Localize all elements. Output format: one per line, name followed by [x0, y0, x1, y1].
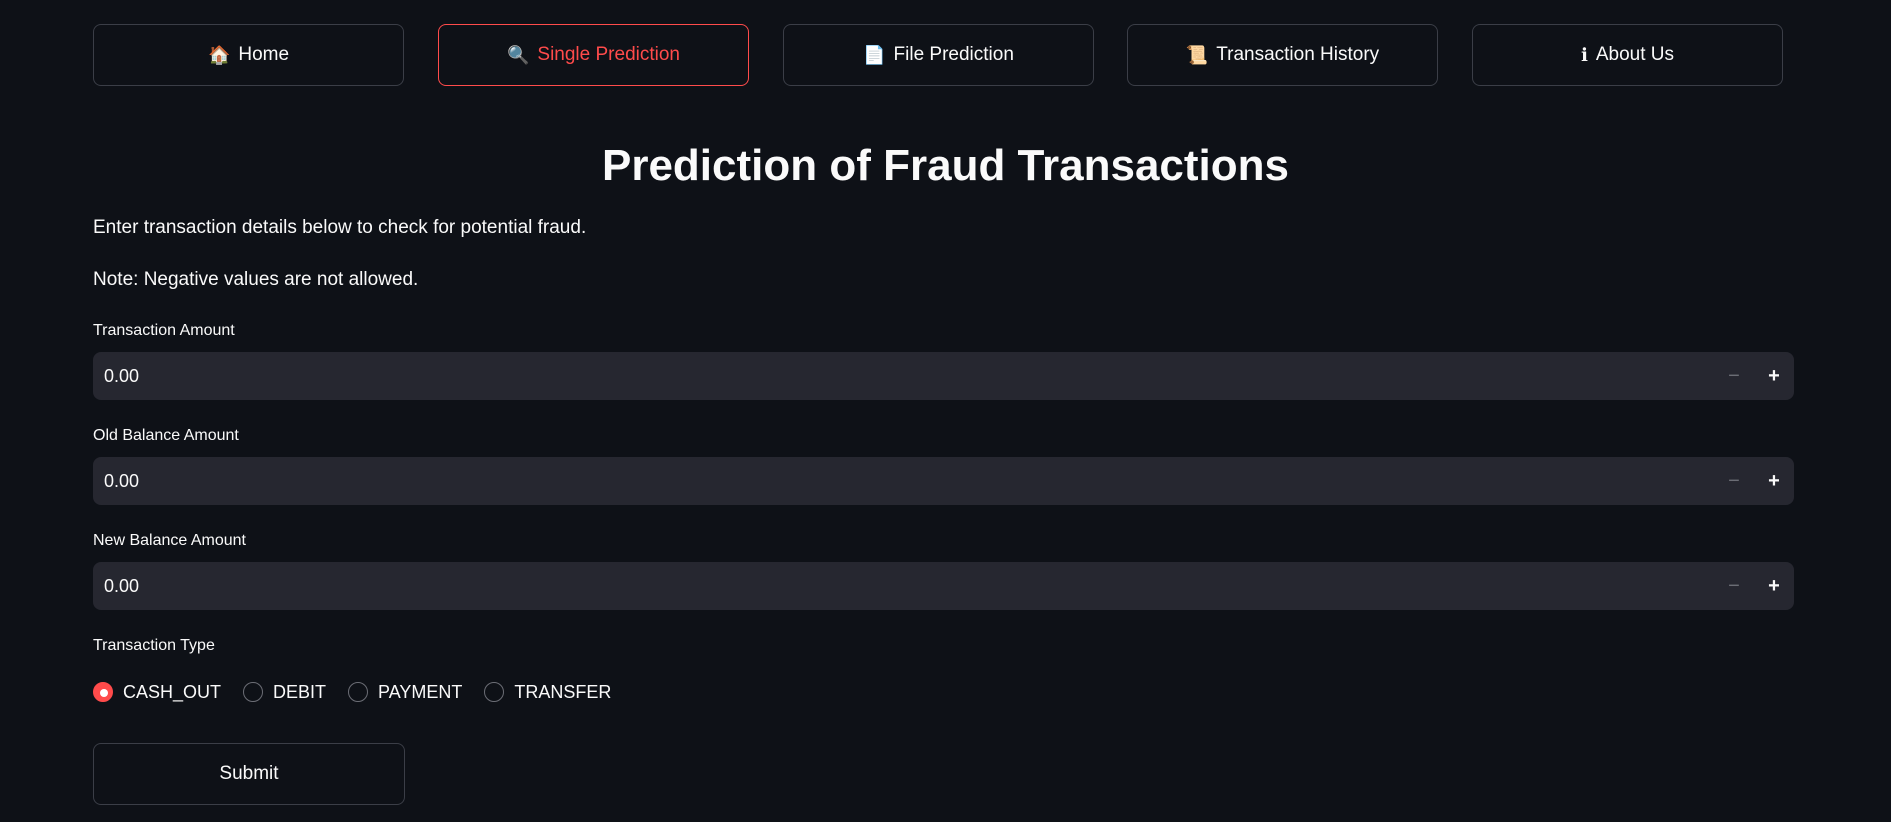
transaction-amount-label: Transaction Amount: [93, 322, 235, 339]
nav-home-button[interactable]: 🏠 Home: [93, 24, 404, 86]
transaction-amount-field: 0.00 − +: [93, 352, 1794, 400]
nav-transaction-history-button[interactable]: 📜 Transaction History: [1127, 24, 1438, 86]
note-text: Note: Negative values are not allowed.: [93, 269, 419, 290]
transaction-amount-input[interactable]: 0.00: [93, 366, 1714, 387]
radio-payment-label: PAYMENT: [378, 681, 463, 702]
page: 🏠 Home 🔍 Single Prediction 📄 File Predic…: [0, 0, 1891, 822]
new-balance-decrement-button[interactable]: −: [1714, 562, 1754, 610]
old-balance-decrement-button[interactable]: −: [1714, 457, 1754, 505]
document-icon: 📄: [863, 45, 886, 65]
radio-unchecked-icon: [243, 682, 264, 702]
nav-file-prediction-label: File Prediction: [893, 44, 1014, 65]
new-balance-field: 0.00 − +: [93, 562, 1794, 610]
info-icon: ℹ: [1581, 45, 1588, 65]
nav-file-prediction-button[interactable]: 📄 File Prediction: [783, 24, 1094, 86]
radio-unchecked-icon: [348, 682, 369, 702]
radio-debit[interactable]: DEBIT: [243, 682, 326, 703]
submit-button[interactable]: Submit: [93, 743, 405, 805]
nav-about-us-button[interactable]: ℹ About Us: [1472, 24, 1783, 86]
radio-checked-icon: [93, 682, 113, 702]
transaction-type-radio-group: CASH_OUT DEBIT PAYMENT TRANSFER: [93, 680, 633, 704]
scroll-icon: 📜: [1185, 45, 1209, 65]
radio-cash-out-label: CASH_OUT: [123, 681, 222, 702]
new-balance-increment-button[interactable]: +: [1754, 562, 1794, 610]
nav-transaction-history-label: Transaction History: [1216, 44, 1380, 65]
radio-unchecked-icon: [484, 682, 505, 702]
new-balance-input[interactable]: 0.00: [93, 576, 1714, 597]
radio-debit-label: DEBIT: [273, 681, 327, 702]
old-balance-input[interactable]: 0.00: [93, 471, 1714, 492]
nav-single-prediction-button[interactable]: 🔍 Single Prediction: [438, 24, 749, 86]
intro-text: Enter transaction details below to check…: [93, 217, 587, 238]
transaction-amount-decrement-button[interactable]: −: [1714, 352, 1754, 400]
top-navigation: 🏠 Home 🔍 Single Prediction 📄 File Predic…: [93, 24, 1784, 86]
old-balance-increment-button[interactable]: +: [1754, 457, 1794, 505]
magnifier-icon: 🔍: [506, 45, 530, 65]
radio-transfer-label: TRANSFER: [514, 681, 612, 702]
transaction-amount-increment-button[interactable]: +: [1754, 352, 1794, 400]
old-balance-field: 0.00 − +: [93, 457, 1794, 505]
transaction-type-label: Transaction Type: [93, 637, 215, 654]
radio-cash-out[interactable]: CASH_OUT: [93, 682, 221, 703]
radio-transfer[interactable]: TRANSFER: [484, 682, 611, 703]
nav-single-prediction-label: Single Prediction: [537, 44, 680, 65]
house-icon: 🏠: [207, 45, 231, 65]
nav-about-us-label: About Us: [1595, 44, 1674, 65]
radio-payment[interactable]: PAYMENT: [348, 682, 462, 703]
nav-home-label: Home: [238, 44, 290, 65]
old-balance-label: Old Balance Amount: [93, 427, 239, 444]
new-balance-label: New Balance Amount: [93, 532, 246, 549]
page-title: Prediction of Fraud Transactions: [601, 141, 1289, 190]
